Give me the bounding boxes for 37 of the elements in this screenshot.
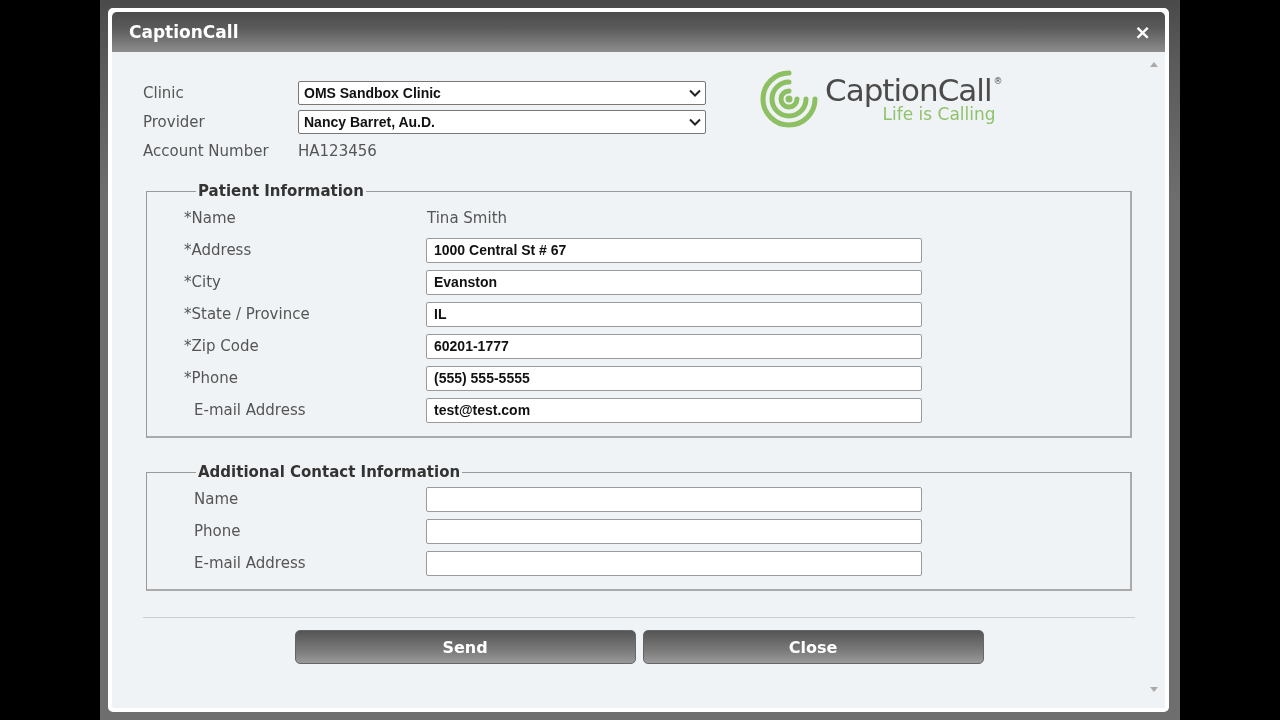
dialog-button[interactable]: Send xyxy=(294,630,636,664)
section-title: Additional Contact Information xyxy=(197,463,462,481)
chevron-down-icon xyxy=(689,88,701,97)
dropdown[interactable]: Nancy Barret, Au.D. xyxy=(298,109,706,134)
field-label: Clinic xyxy=(143,83,185,102)
field-label: *Name xyxy=(184,209,237,227)
field-label: E-mail Address xyxy=(193,554,307,572)
field-label: Phone xyxy=(193,522,242,540)
field-value: HA123456 xyxy=(298,141,377,160)
dialog-button[interactable]: Close xyxy=(642,630,984,664)
scroll-down-icon[interactable] xyxy=(1149,686,1159,694)
field-label: Provider xyxy=(143,112,206,131)
text-field[interactable]: Evanston xyxy=(426,269,922,295)
text-field[interactable] xyxy=(426,550,922,576)
field-label: *Address xyxy=(184,241,253,259)
field-label: E-mail Address xyxy=(193,401,307,419)
field-label: *Phone xyxy=(184,369,239,387)
field-label: *City xyxy=(184,273,222,291)
scroll-up-icon[interactable] xyxy=(1149,60,1159,68)
section-title: Patient Information xyxy=(197,182,365,200)
chevron-down-icon xyxy=(689,117,701,126)
text-field[interactable]: (555) 555-5555 xyxy=(426,365,922,391)
text-field[interactable]: 60201-1777 xyxy=(426,333,922,359)
text-field[interactable] xyxy=(426,486,922,512)
field-value: Tina Smith xyxy=(427,209,508,227)
text-field[interactable]: 1000 Central St # 67 xyxy=(426,237,922,263)
field-label: *State / Province xyxy=(184,305,311,323)
spiral-logo-icon xyxy=(759,69,819,129)
dialog-title: CaptionCall xyxy=(129,22,239,42)
text-field[interactable]: IL xyxy=(426,301,922,327)
text-field[interactable]: test@test.com xyxy=(426,397,922,423)
field-label: Name xyxy=(193,490,240,508)
dropdown[interactable]: OMS Sandbox Clinic xyxy=(298,80,706,105)
field-label: *Zip Code xyxy=(184,337,260,355)
text-field[interactable] xyxy=(426,518,922,544)
field-label: Account Number xyxy=(143,141,270,160)
close-button[interactable]: × xyxy=(1134,20,1151,44)
